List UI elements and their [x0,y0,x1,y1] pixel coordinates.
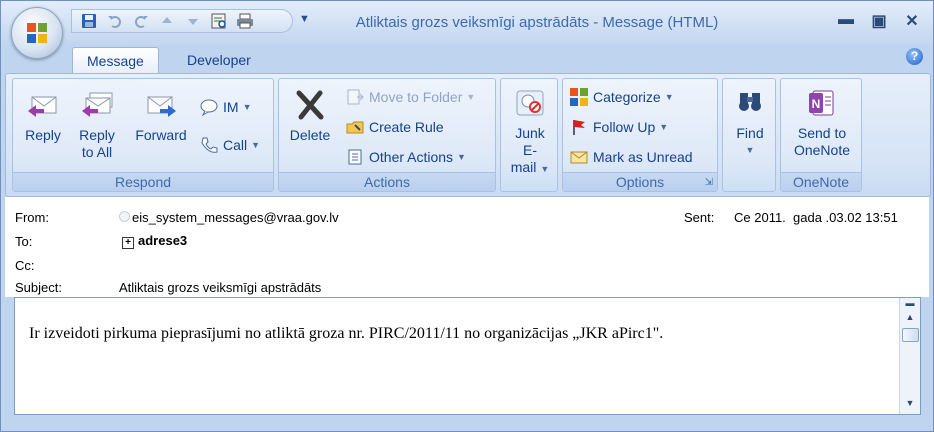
close-button[interactable]: ✕ [897,11,927,33]
delete-icon [296,90,324,120]
to-value[interactable]: + adrese3 [122,233,187,249]
forward-button[interactable]: Forward [131,89,191,144]
mark-unread-label: Mark as Unread [593,149,693,165]
onenote-group-label: OneNote [781,172,861,191]
chevron-down-icon: ▼ [540,164,550,174]
cc-label: Cc: [15,258,35,273]
reply-button[interactable]: Reply [19,89,67,144]
call-label: Call [223,137,248,153]
phone-icon [201,137,218,153]
flag-icon [573,120,585,135]
chat-icon [200,99,218,117]
create-rule-label: Create Rule [369,119,444,135]
sent-value: Ce 2011. gada .03.02 13:51 [734,210,898,225]
reply-all-label-2: to All [81,144,113,160]
presence-icon [119,211,130,222]
from-label: From: [15,210,49,225]
scroll-down-arrow-icon[interactable]: ▼ [902,398,918,408]
actions-group: Delete Move to Folder ▼ Create Rule Other… [278,78,496,192]
message-body[interactable]: Ir izveidoti pirkuma pieprasījumi no atl… [14,297,921,415]
junk-email-button[interactable]: Junk E-mail ▼ [504,87,556,178]
binoculars-icon [739,93,761,111]
im-button[interactable]: IM ▼ [199,95,251,119]
follow-up-button[interactable]: Follow Up ▼ [569,115,668,139]
chevron-down-icon: ▼ [251,140,261,150]
scroll-up-icon[interactable]: ▬ [902,298,918,308]
expand-icon[interactable]: + [122,237,134,249]
categorize-label: Categorize [593,89,661,105]
office-logo-icon [27,23,47,43]
chevron-down-icon: ▼ [466,92,476,102]
find-button[interactable]: Find ▼ [725,87,775,159]
junk-group: Junk E-mail ▼ [500,78,558,192]
message-body-text: Ir izveidoti pirkuma pieprasījumi no atl… [29,325,664,342]
other-actions-icon [348,149,362,165]
find-label: Find [736,125,764,141]
move-to-folder-label: Move to Folder [369,89,463,105]
other-actions-button[interactable]: Other Actions ▼ [345,145,466,169]
scroll-thumb[interactable] [902,328,919,342]
respond-group-label: Respond [13,172,273,191]
follow-up-label: Follow Up [593,119,656,135]
chevron-down-icon: ▼ [242,102,252,112]
envelope-icon [570,151,588,164]
mark-unread-button[interactable]: Mark as Unread [569,145,693,169]
outlook-message-window: ▼ Atliktais grozs veiksmīgi apstrādāts -… [0,0,934,432]
rule-icon [346,121,364,134]
reply-all-button[interactable]: Reply to All [71,89,123,161]
reply-all-label-1: Reply [79,127,115,143]
categorize-icon [570,88,588,106]
ribbon: Reply Reply to All Forward IM ▼ Call ▼ Res… [5,73,931,197]
forward-label: Forward [135,127,187,143]
delete-label: Delete [289,127,331,143]
chevron-down-icon: ▼ [745,145,755,155]
chevron-down-icon: ▼ [664,92,674,102]
send-to-onenote-label-2: OneNote [793,142,851,158]
title-bar: ▼ Atliktais grozs veiksmīgi apstrādāts -… [1,1,933,45]
actions-group-label: Actions [279,172,495,191]
create-rule-button[interactable]: Create Rule [345,115,444,139]
subject-label: Subject: [15,280,62,295]
reply-icon [28,96,57,117]
dialog-launcher-icon[interactable]: ⇲ [705,177,713,188]
forward-icon [147,96,176,117]
reply-label: Reply [25,127,61,143]
office-button[interactable] [11,7,63,59]
reply-all-icon [82,92,113,117]
find-group: Find ▼ [722,78,776,192]
delete-button[interactable]: Delete [285,89,335,144]
onenote-group: N Send to OneNote OneNote [780,78,862,192]
sent-label: Sent: [684,210,715,225]
chevron-down-icon: ▼ [659,122,669,132]
other-actions-label: Other Actions [369,149,454,165]
options-group-label: Options [563,172,717,191]
to-label: To: [15,234,33,249]
chevron-down-icon: ▼ [457,152,466,162]
onenote-icon: N [809,90,834,116]
respond-group: Reply Reply to All Forward IM ▼ Call ▼ Res… [12,78,274,192]
im-label: IM [223,99,239,115]
options-group: Categorize ▼ Follow Up ▼ Mark as Unread Op… [562,78,718,192]
tab-message[interactable]: Message [72,47,159,74]
scroll-up-arrow-icon[interactable]: ▲ [902,312,918,322]
help-icon[interactable]: ? [906,48,923,65]
from-value[interactable]: eis_system_messages@vraa.gov.lv [119,210,339,225]
junk-label-2: E-mail ▼ [510,142,550,175]
svg-text:N: N [812,97,821,111]
send-to-onenote-button[interactable]: N Send to OneNote [783,87,861,159]
send-to-onenote-label-1: Send to [797,125,847,141]
window-title: Atliktais grozs veiksmīgi apstrādāts - M… [355,14,719,31]
tab-developer[interactable]: Developer [173,47,265,73]
junk-email-icon [516,90,544,116]
vertical-scrollbar[interactable]: ▬ ▲ ▼ [899,298,920,414]
categorize-button[interactable]: Categorize ▼ [569,85,674,109]
move-folder-icon [347,89,364,105]
junk-label-1: Junk [515,125,545,141]
subject-value: Atliktais grozs veiksmīgi apstrādāts [119,280,322,295]
move-to-folder-button[interactable]: Move to Folder ▼ [345,85,475,109]
message-header: From: eis_system_messages@vraa.gov.lv To… [5,197,929,297]
call-button[interactable]: Call ▼ [199,133,260,157]
restore-button[interactable]: ▣ [864,11,894,33]
minimize-button[interactable]: ▬ [831,11,861,33]
